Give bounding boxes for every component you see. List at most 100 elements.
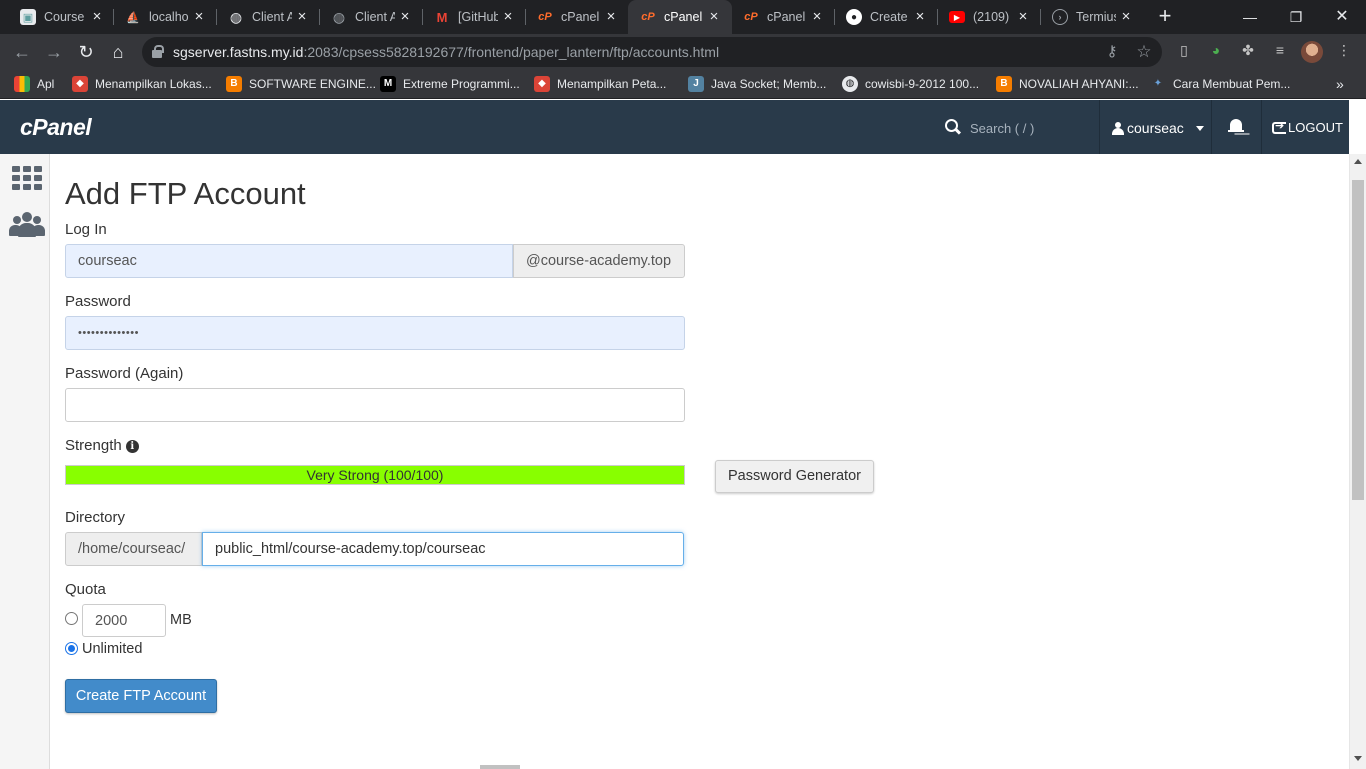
- directory-input[interactable]: public_html/course-academy.top/courseac: [202, 532, 684, 566]
- bookmark-item[interactable]: M Extreme Programmi...: [380, 75, 520, 93]
- login-input[interactable]: courseac: [65, 244, 513, 278]
- back-arrow-icon[interactable]: ←: [10, 40, 34, 64]
- termius-icon: ›: [1052, 9, 1068, 25]
- search-icon[interactable]: [944, 118, 962, 136]
- browser-tab[interactable]: cP cPanel ×: [525, 0, 629, 34]
- logout-label: LOGOUT: [1288, 120, 1343, 135]
- extensions-puzzle-icon[interactable]: ✤: [1238, 40, 1258, 60]
- browser-tab[interactable]: › Termius ×: [1040, 0, 1144, 34]
- phpmyadmin-icon: ⛵: [126, 11, 140, 24]
- bookmark-item[interactable]: ✦ Cara Membuat Pem...: [1150, 75, 1291, 93]
- username-label: courseac: [1127, 120, 1184, 136]
- apps-grid-icon: [14, 76, 30, 92]
- reload-icon[interactable]: ↻: [74, 40, 98, 64]
- bookmark-item[interactable]: B NOVALIAH AHYANI:...: [996, 75, 1139, 93]
- close-icon[interactable]: ×: [1015, 9, 1031, 25]
- color-picker-icon[interactable]: ◕: [1206, 40, 1226, 60]
- cpanel-logo[interactable]: cPanel: [20, 114, 92, 141]
- globe-icon: ◍: [229, 8, 243, 25]
- users-icon[interactable]: [9, 210, 45, 240]
- forward-arrow-icon[interactable]: →: [42, 40, 66, 64]
- main-content: Add FTP Account Log In courseac @course-…: [51, 154, 1349, 769]
- browser-toolbar: ← → ↻ ⌂ sgserver.fastns.my.id:2083/cpses…: [0, 34, 1366, 70]
- quota-limited-radio[interactable]: [65, 612, 78, 625]
- scroll-up-arrow-icon[interactable]: [1354, 159, 1362, 164]
- close-icon[interactable]: ×: [912, 9, 928, 25]
- site-favicon-icon: ▣: [20, 9, 36, 25]
- bookmark-label: Menampilkan Lokas...: [95, 77, 212, 91]
- close-icon[interactable]: ×: [397, 9, 413, 25]
- medium-icon: M: [380, 76, 396, 92]
- close-window-icon[interactable]: ✕: [1331, 6, 1353, 28]
- browser-tab[interactable]: M [GitHub ×: [422, 0, 526, 34]
- address-bar[interactable]: sgserver.fastns.my.id:2083/cpsess5828192…: [142, 37, 1162, 67]
- page-scrollbar[interactable]: [1349, 154, 1366, 769]
- browser-tab[interactable]: ◍ Client A ×: [319, 0, 423, 34]
- search-input[interactable]: [970, 118, 1090, 138]
- info-icon[interactable]: i: [125, 440, 139, 453]
- login-label: Log In: [65, 221, 107, 238]
- horizontal-scroll-thumb[interactable]: [480, 765, 520, 769]
- quota-input[interactable]: 2000: [82, 604, 166, 637]
- header-divider: [1099, 100, 1100, 154]
- browser-tab[interactable]: ● Create ×: [834, 0, 938, 34]
- logout-button[interactable]: LOGOUT: [1272, 119, 1343, 135]
- bookmark-item[interactable]: ◆ Menampilkan Peta...: [534, 75, 666, 93]
- password-generator-button[interactable]: Password Generator: [715, 460, 874, 493]
- unlimited-label[interactable]: Unlimited: [82, 641, 142, 657]
- bookmark-item[interactable]: J Java Socket; Memb...: [688, 75, 826, 93]
- close-icon[interactable]: ×: [603, 9, 619, 25]
- profile-avatar[interactable]: [1301, 41, 1323, 63]
- close-icon[interactable]: ×: [500, 9, 516, 25]
- maps-icon: ◆: [72, 76, 88, 92]
- bookmark-item[interactable]: ◍ cowisbi-9-2012 100...: [842, 75, 979, 93]
- quota-unlimited-radio[interactable]: [65, 642, 78, 655]
- star-icon[interactable]: ☆: [1134, 42, 1154, 62]
- home-icon[interactable]: ⌂: [106, 40, 130, 64]
- close-icon[interactable]: ×: [809, 9, 825, 25]
- close-icon[interactable]: ×: [191, 9, 207, 25]
- browser-tab-active[interactable]: cP cPanel ×: [628, 0, 732, 34]
- user-menu[interactable]: courseac: [1112, 120, 1204, 136]
- bookmark-item[interactable]: B SOFTWARE ENGINE...: [226, 75, 376, 93]
- new-tab-plus-icon[interactable]: +: [1154, 5, 1176, 28]
- document-icon[interactable]: ▯: [1174, 40, 1194, 60]
- scroll-thumb[interactable]: [1352, 180, 1364, 500]
- gmail-icon: M: [436, 9, 448, 25]
- browser-tab-strip: ▣ Courses × ⛵ localhost × ◍ Client A × ◍…: [0, 0, 1366, 34]
- bookmark-label: Apl: [37, 77, 55, 91]
- password-input[interactable]: ••••••••••••••: [65, 316, 685, 350]
- browser-tab[interactable]: ⛵ localhost ×: [113, 0, 217, 34]
- tab-title: Client A: [355, 10, 395, 24]
- password-again-label: Password (Again): [65, 365, 184, 382]
- bookmark-apps[interactable]: Apl: [14, 75, 54, 93]
- url-text: sgserver.fastns.my.id:2083/cpsess5828192…: [173, 44, 720, 60]
- bookmark-item[interactable]: ◆ Menampilkan Lokas...: [72, 75, 212, 93]
- cpanel-icon: cP: [744, 11, 758, 23]
- home-grid-icon[interactable]: [12, 166, 42, 190]
- restore-icon[interactable]: ❐: [1285, 6, 1307, 28]
- key-icon[interactable]: ⚷: [1102, 42, 1122, 62]
- close-icon[interactable]: ×: [706, 9, 722, 25]
- create-ftp-account-button[interactable]: Create FTP Account: [65, 679, 217, 713]
- media-queue-icon[interactable]: ≡: [1270, 40, 1290, 60]
- more-bookmarks-chevron-icon[interactable]: »: [1336, 75, 1344, 93]
- close-icon[interactable]: ×: [294, 9, 310, 25]
- tab-title: Termius: [1076, 10, 1116, 24]
- globe-icon: ◍: [332, 8, 346, 25]
- github-icon: ●: [846, 9, 862, 25]
- close-icon[interactable]: ×: [1118, 9, 1134, 25]
- browser-tab[interactable]: ▶ (2109) ×: [937, 0, 1041, 34]
- minimize-icon[interactable]: —: [1239, 6, 1261, 28]
- browser-tab[interactable]: ◍ Client A ×: [216, 0, 320, 34]
- scroll-down-arrow-icon[interactable]: [1354, 756, 1362, 761]
- user-icon: [1112, 121, 1124, 135]
- bell-icon[interactable]: [1228, 118, 1244, 136]
- browser-tab[interactable]: ▣ Courses ×: [8, 0, 115, 34]
- tab-title: cPanel: [561, 10, 600, 24]
- lock-icon[interactable]: [152, 45, 164, 58]
- password-again-input[interactable]: [65, 388, 685, 422]
- close-icon[interactable]: ×: [89, 9, 105, 25]
- browser-tab[interactable]: cP cPanel ×: [731, 0, 835, 34]
- kebab-menu-icon[interactable]: ⋮: [1334, 40, 1354, 60]
